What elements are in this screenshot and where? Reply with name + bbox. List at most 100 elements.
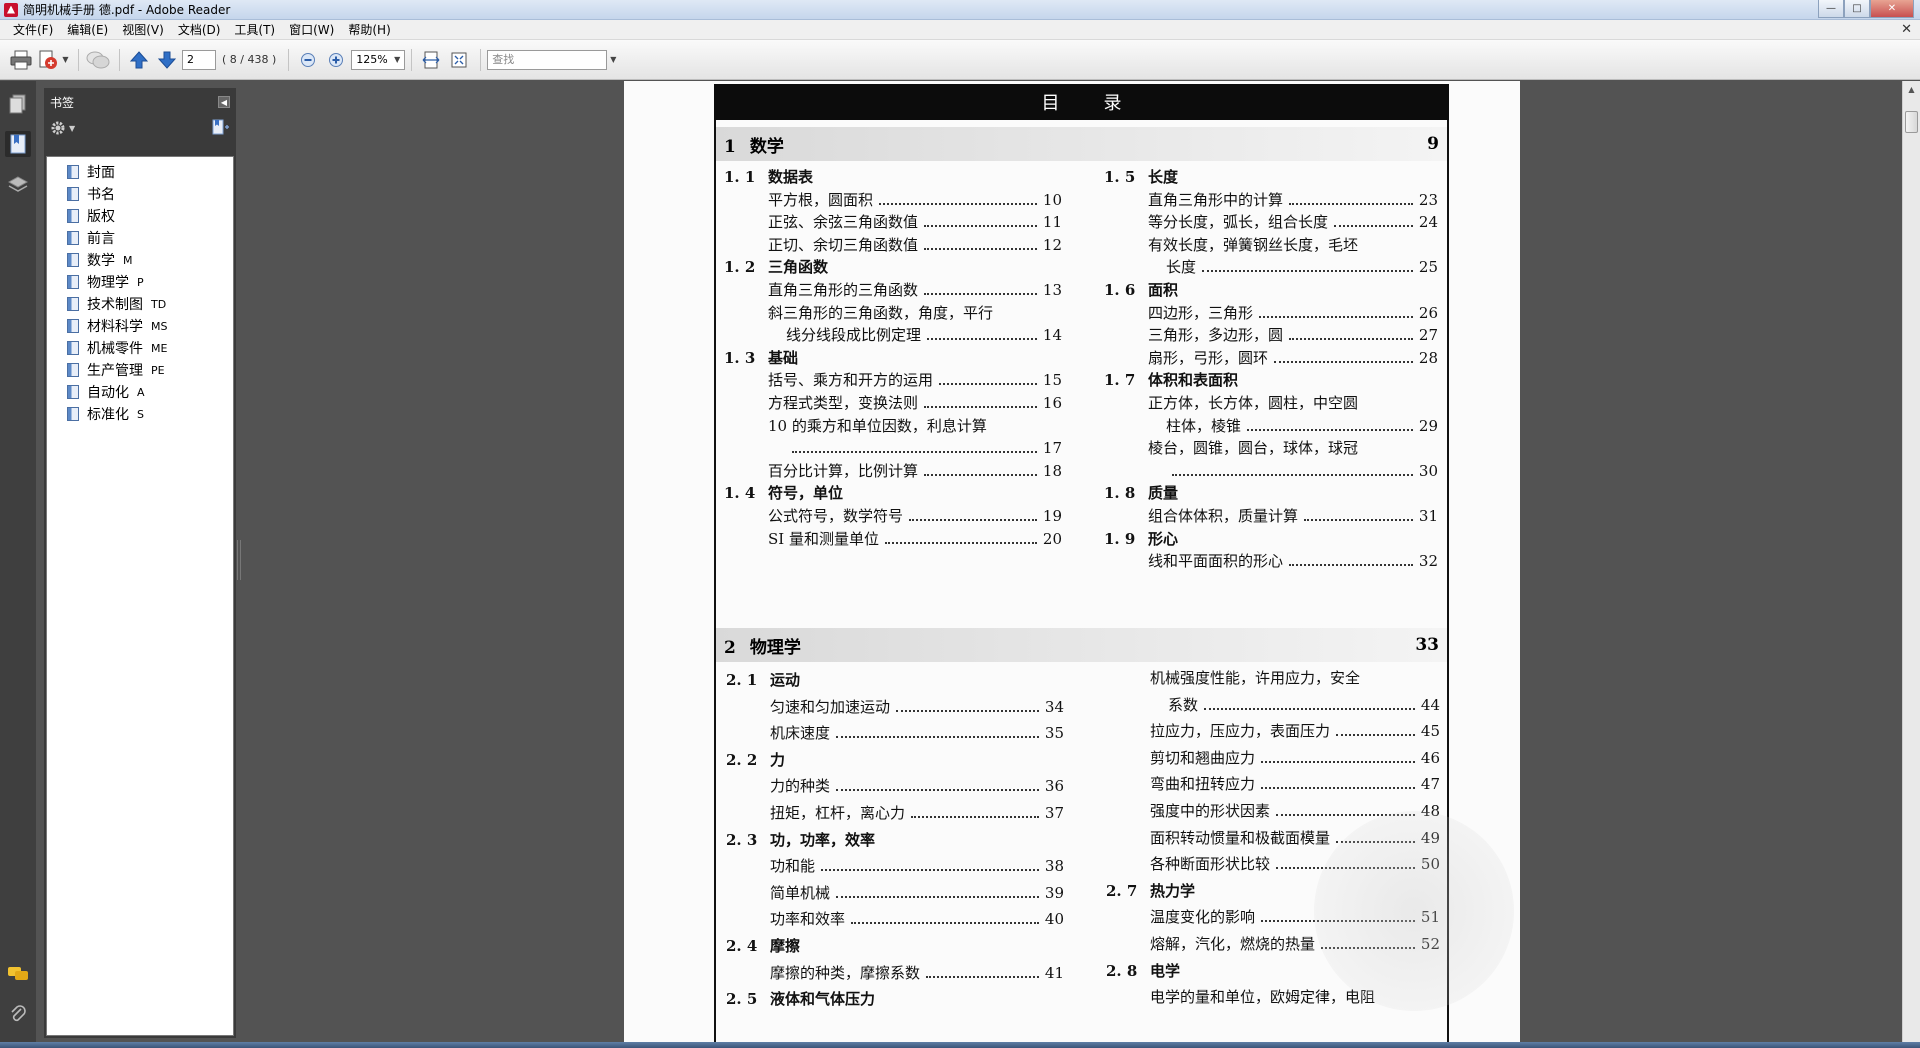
zoom-level-select[interactable]: 125% ▼ bbox=[351, 49, 406, 70]
toc-section: 1. 8 质量 bbox=[1104, 482, 1438, 504]
close-button[interactable]: ✕ bbox=[1870, 0, 1914, 18]
leader-dots bbox=[821, 855, 1039, 872]
comment-button[interactable] bbox=[85, 47, 111, 73]
options-button[interactable]: ▼ bbox=[50, 120, 75, 136]
toc-entry: 力的种类 36 bbox=[726, 775, 1064, 797]
new-bookmark-button[interactable] bbox=[212, 119, 230, 138]
bookmark-item[interactable]: 生产管理 PE bbox=[47, 359, 233, 381]
panel-splitter[interactable] bbox=[237, 540, 241, 580]
chevron-down-icon[interactable]: ▼ bbox=[610, 55, 616, 64]
bookmark-item[interactable]: 材料科学 MS bbox=[47, 315, 233, 337]
bookmark-item[interactable]: 机械零件 ME bbox=[47, 337, 233, 359]
toc-entry: 等分长度，弧长，组合长度 24 bbox=[1104, 211, 1438, 233]
zoom-out-button[interactable] bbox=[295, 47, 321, 73]
scroll-up-icon[interactable]: ▲ bbox=[1903, 81, 1920, 98]
comments-panel-button[interactable] bbox=[5, 961, 31, 987]
leader-dots bbox=[1304, 505, 1413, 521]
next-page-button[interactable] bbox=[154, 47, 180, 73]
chapter-title: 2 物理学 bbox=[724, 637, 801, 658]
entry-page: 16 bbox=[1042, 394, 1062, 412]
menu-help[interactable]: 帮助(H) bbox=[341, 20, 397, 40]
zoom-in-button[interactable] bbox=[323, 47, 349, 73]
section-title: 力 bbox=[770, 750, 786, 769]
menu-edit[interactable]: 编辑(E) bbox=[60, 20, 115, 40]
leader-dots bbox=[926, 962, 1039, 978]
bookmark-label: 生产管理 bbox=[87, 363, 143, 379]
menu-document[interactable]: 文档(D) bbox=[171, 20, 228, 40]
entry-title: 正方体，长方体，圆柱，中空圆 bbox=[1148, 394, 1359, 412]
toolbar-divider bbox=[288, 48, 290, 71]
printer-icon bbox=[10, 50, 32, 69]
entry-title: 线分线段成比例定理 bbox=[786, 326, 922, 345]
menu-file[interactable]: 文件(F) bbox=[6, 20, 60, 40]
section-title: 基础 bbox=[768, 348, 799, 367]
menu-tools[interactable]: 工具(T) bbox=[227, 20, 282, 40]
bookmark-icon bbox=[67, 275, 79, 289]
page-number-input[interactable]: 2 bbox=[182, 49, 216, 70]
menu-window[interactable]: 窗口(W) bbox=[282, 20, 341, 40]
leader-dots bbox=[939, 369, 1037, 386]
fit-width-icon bbox=[422, 51, 440, 68]
section-number: 1. 4 bbox=[724, 484, 756, 503]
bookmark-icon bbox=[67, 209, 79, 223]
entry-page: 44 bbox=[1420, 695, 1440, 714]
chapter-title: 1 数学 bbox=[724, 136, 784, 157]
bookmark-item[interactable]: 书名 bbox=[47, 183, 233, 205]
bookmark-item[interactable]: 物理学 P bbox=[47, 271, 233, 293]
find-input[interactable]: 查找 bbox=[487, 49, 608, 70]
menu-view[interactable]: 视图(V) bbox=[115, 20, 171, 40]
toc-entry: 正弦、余弦三角函数值 11 bbox=[724, 211, 1062, 233]
email-share-button[interactable]: ▼ bbox=[36, 47, 70, 73]
toc-section: 1. 6 面积 bbox=[1104, 279, 1438, 301]
toc-section: 1. 9 形心 bbox=[1104, 528, 1438, 550]
bookmark-list: 封面 书名 版权 前言 数学 M 物理学 P 技术制图 TD 材料科学 MS 机械零件 ME 生产管理 PE 自… bbox=[46, 156, 234, 1036]
entry-page: 10 bbox=[1042, 190, 1062, 209]
toolbar: ▼ 2 ( 8 / 438 ) 125% ▼ 查找 ▼ bbox=[0, 40, 1920, 80]
toc-entry: 摩擦的种类，摩擦系数 41 bbox=[726, 962, 1064, 984]
entry-title: 正弦、余弦三角函数值 bbox=[768, 213, 919, 232]
bookmark-item[interactable]: 前言 bbox=[47, 227, 233, 249]
bookmark-code: A bbox=[137, 385, 145, 399]
toc-entry: 17 bbox=[724, 437, 1062, 459]
entry-title: 直角三角形中的计算 bbox=[1148, 190, 1284, 209]
entry-title: 电学的量和单位，欧姆定律，电阻 bbox=[1150, 988, 1376, 1007]
leader-dots bbox=[924, 460, 1037, 476]
toc-section: 2. 2 力 bbox=[726, 749, 1064, 771]
leader-dots bbox=[927, 324, 1037, 341]
fit-width-button[interactable] bbox=[418, 47, 444, 73]
fit-page-button[interactable] bbox=[446, 47, 472, 73]
toc-entry: 30 bbox=[1104, 460, 1438, 482]
bookmark-item[interactable]: 自动化 A bbox=[47, 381, 233, 403]
print-button[interactable] bbox=[8, 47, 34, 73]
bookmark-item[interactable]: 封面 bbox=[47, 161, 233, 183]
previous-page-button[interactable] bbox=[126, 47, 152, 73]
bookmark-code: MS bbox=[151, 319, 168, 333]
bookmarks-panel-button[interactable] bbox=[5, 131, 31, 157]
collapse-panel-button[interactable]: ◀ bbox=[218, 96, 230, 108]
attachments-panel-button[interactable] bbox=[5, 1001, 31, 1027]
maximize-button[interactable]: □ bbox=[1844, 0, 1870, 18]
layers-panel-button[interactable] bbox=[5, 171, 31, 197]
bookmark-icon bbox=[67, 187, 79, 201]
document-close-icon[interactable]: ✕ bbox=[1901, 20, 1912, 40]
toc-entry: 括号、乘方和开方的运用 15 bbox=[724, 369, 1062, 391]
document-view[interactable]: 目录 1 数学 9 1. 1 数据表 平方根，圆面积 10 正弦、余弦三角函数值 11 正切、… bbox=[242, 81, 1902, 1042]
entry-title: 扇形，弓形，圆环 bbox=[1148, 348, 1269, 367]
entry-title: 力的种类 bbox=[770, 777, 831, 796]
leader-dots bbox=[1247, 415, 1413, 431]
vertical-scrollbar[interactable]: ▲ bbox=[1902, 81, 1920, 1042]
bookmark-item[interactable]: 技术制图 TD bbox=[47, 293, 233, 315]
bookmark-label: 标准化 bbox=[87, 407, 129, 423]
leader-dots bbox=[1204, 694, 1415, 710]
entry-page: 36 bbox=[1044, 777, 1064, 796]
entry-title: 线和平面面积的形心 bbox=[1148, 552, 1284, 571]
entry-page: 38 bbox=[1044, 857, 1064, 876]
bookmark-item[interactable]: 标准化 S bbox=[47, 403, 233, 425]
bookmark-item[interactable]: 版权 bbox=[47, 205, 233, 227]
scroll-thumb[interactable] bbox=[1905, 111, 1918, 133]
minimize-button[interactable]: — bbox=[1818, 0, 1844, 18]
bookmark-code: ME bbox=[151, 341, 168, 355]
pages-panel-button[interactable] bbox=[5, 91, 31, 117]
leader-dots bbox=[924, 279, 1037, 295]
bookmark-item[interactable]: 数学 M bbox=[47, 249, 233, 271]
